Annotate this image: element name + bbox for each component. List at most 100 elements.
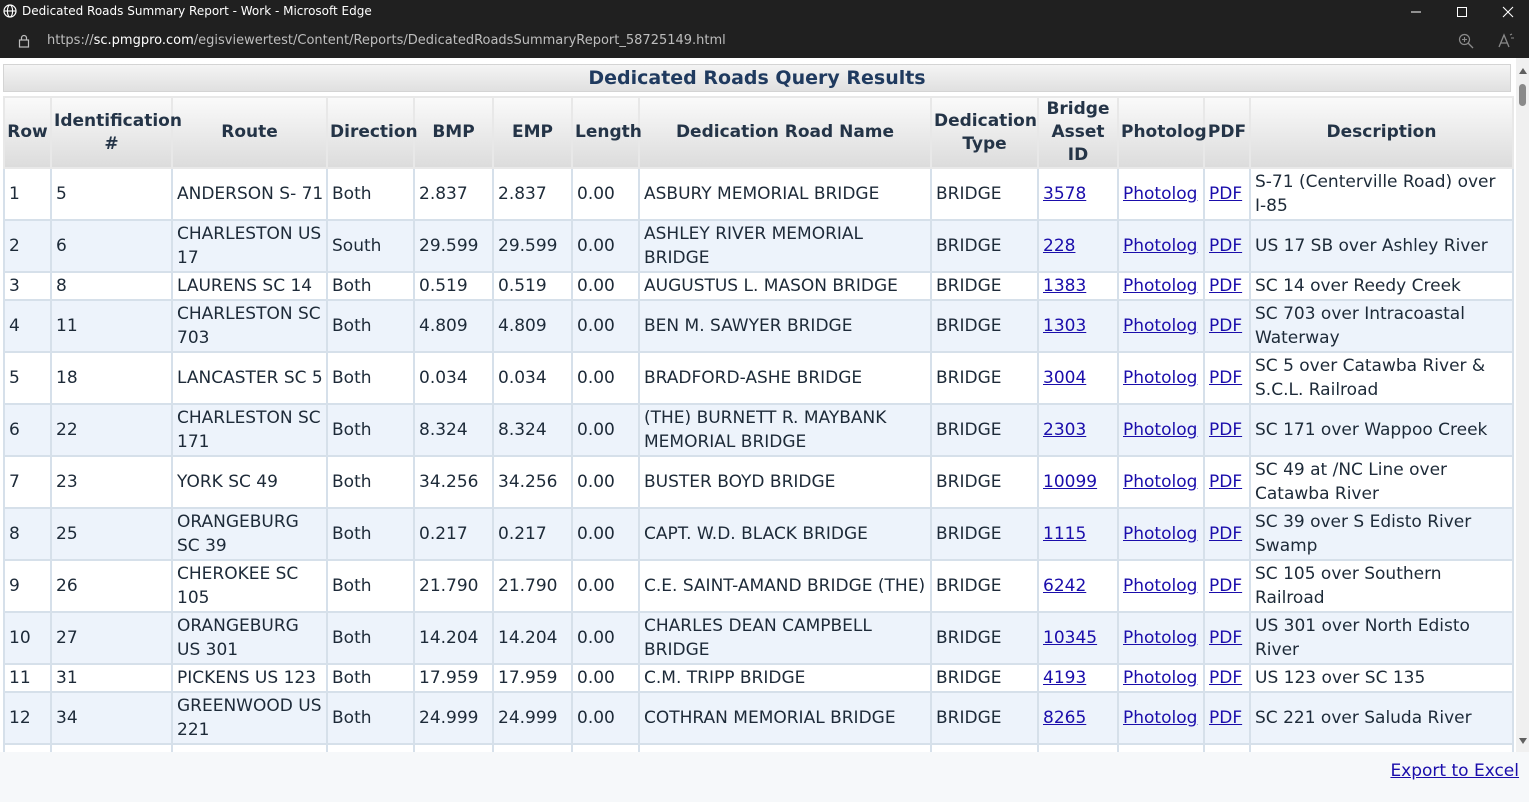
table-row: 2 6 CHARLESTON US 17 South 29.599 29.599 0.00 A…	[3, 219, 1514, 273]
bridge-asset-link[interactable]: 3578	[1043, 184, 1086, 204]
column-header: Length	[571, 96, 642, 169]
table-row: 5 18 LANCASTER SC 5 Both 0.034 0.034 0.00 BRADF…	[3, 351, 1514, 405]
cell-route: CHEROKEE SC 105	[171, 559, 328, 613]
cell-row: 1	[3, 167, 52, 221]
cell-emp: 0.217	[492, 507, 573, 561]
bridge-asset-link[interactable]: 6242	[1043, 576, 1086, 596]
cell-row: 11	[3, 663, 52, 693]
cell-length: 0.00	[571, 455, 640, 509]
photolog-cell: Photolog	[1117, 167, 1205, 221]
cell-length: 0.00	[571, 351, 640, 405]
pdf-cell: PDF	[1203, 167, 1251, 221]
pdf-link[interactable]: PDF	[1209, 524, 1242, 544]
photolog-link[interactable]: Photolog	[1123, 276, 1197, 296]
pdf-link[interactable]: PDF	[1209, 316, 1242, 336]
lock-icon[interactable]	[17, 34, 31, 48]
vertical-scrollbar[interactable]	[1516, 58, 1529, 752]
bridge-asset-link[interactable]: 1383	[1043, 276, 1086, 296]
cell-bmp: 24.999	[413, 691, 494, 745]
bridge-asset-link[interactable]: 228	[1043, 236, 1075, 256]
scroll-thumb[interactable]	[1519, 84, 1526, 106]
photolog-cell: Photolog	[1117, 403, 1205, 457]
column-header: Bridge Asset ID	[1037, 96, 1119, 169]
cell-length: 0.00	[571, 507, 640, 561]
photolog-link[interactable]: Photolog	[1123, 708, 1197, 728]
bridge-asset-link[interactable]: 1115	[1043, 524, 1086, 544]
read-aloud-icon[interactable]	[1497, 32, 1515, 50]
photolog-link[interactable]: Photolog	[1123, 668, 1197, 688]
address-bar: https://sc.pmgpro.com/egisviewertest/Con…	[0, 24, 1529, 58]
column-header: EMP	[492, 96, 573, 169]
cell-dedication-type: BRIDGE	[930, 299, 1039, 353]
cell-emp: 4.809	[492, 299, 573, 353]
pdf-link[interactable]: PDF	[1209, 668, 1242, 688]
bridge-asset-link[interactable]: 2303	[1043, 420, 1086, 440]
cell-length: 0.00	[571, 219, 640, 273]
bridge-asset-cell: 4193	[1037, 663, 1119, 693]
column-header: PDF	[1203, 96, 1251, 169]
photolog-link[interactable]: Photolog	[1123, 576, 1197, 596]
cell-bmp: 4.809	[413, 299, 494, 353]
photolog-link[interactable]: Photolog	[1123, 628, 1197, 648]
cell-emp: 6.030	[492, 743, 573, 752]
scroll-down-arrow-icon[interactable]	[1519, 738, 1527, 744]
bridge-asset-link[interactable]: 10345	[1043, 628, 1097, 648]
photolog-cell: Photolog	[1117, 507, 1205, 561]
scroll-up-arrow-icon[interactable]	[1519, 68, 1527, 74]
cell-length: 0.00	[571, 691, 640, 745]
photolog-link[interactable]: Photolog	[1123, 524, 1197, 544]
maximize-button[interactable]	[1439, 0, 1485, 24]
photolog-cell: Photolog	[1117, 219, 1205, 273]
header-row: Row Identification # Route Direction BMP…	[3, 96, 1514, 169]
bridge-asset-link[interactable]: 10099	[1043, 472, 1097, 492]
bridge-asset-cell: 6330	[1037, 743, 1119, 752]
cell-identification: 23	[50, 455, 173, 509]
pdf-link[interactable]: PDF	[1209, 184, 1242, 204]
pdf-link[interactable]: PDF	[1209, 420, 1242, 440]
cell-row: 7	[3, 455, 52, 509]
report-title: Dedicated Roads Query Results	[3, 64, 1511, 92]
photolog-link[interactable]: Photolog	[1123, 472, 1197, 492]
column-header: Identification #	[50, 96, 182, 169]
zoom-icon[interactable]	[1458, 33, 1474, 49]
cell-description: S-36 (Ekom Beach Road) over	[1249, 743, 1514, 752]
cell-description: SC 105 over Southern Railroad	[1249, 559, 1514, 613]
photolog-link[interactable]: Photolog	[1123, 236, 1197, 256]
cell-direction: Both	[326, 167, 415, 221]
pdf-link[interactable]: PDF	[1209, 236, 1242, 256]
bridge-asset-link[interactable]: 1303	[1043, 316, 1086, 336]
close-button[interactable]	[1485, 0, 1529, 24]
bridge-asset-link[interactable]: 3004	[1043, 368, 1086, 388]
column-header: Route	[171, 96, 328, 169]
window-title: Dedicated Roads Summary Report - Work - …	[22, 4, 372, 18]
export-to-excel-link[interactable]: Export to Excel	[1390, 761, 1519, 781]
table-row: 7 23 YORK SC 49 Both 34.256 34.256 0.00 BUSTER …	[3, 455, 1514, 509]
bridge-asset-link[interactable]: 8265	[1043, 708, 1086, 728]
cell-length: 0.00	[571, 403, 640, 457]
cell-direction: Both	[326, 663, 415, 693]
url-scheme: https://	[47, 33, 94, 48]
cell-dedication-type: BRIDGE	[930, 167, 1039, 221]
minimize-icon	[1411, 11, 1421, 13]
minimize-button[interactable]	[1393, 0, 1439, 24]
pdf-link[interactable]: PDF	[1209, 368, 1242, 388]
photolog-link[interactable]: Photolog	[1123, 420, 1197, 440]
pdf-link[interactable]: PDF	[1209, 628, 1242, 648]
pdf-link[interactable]: PDF	[1209, 276, 1242, 296]
cell-identification: 11	[50, 299, 173, 353]
photolog-link[interactable]: Photolog	[1123, 368, 1197, 388]
bridge-asset-cell: 3004	[1037, 351, 1119, 405]
cell-road-name: ASHLEY RIVER MEMORIAL BRIDGE	[638, 219, 932, 273]
pdf-link[interactable]: PDF	[1209, 708, 1242, 728]
bridge-asset-link[interactable]: 4193	[1043, 668, 1086, 688]
photolog-link[interactable]: Photolog	[1123, 184, 1197, 204]
photolog-cell: Photolog	[1117, 611, 1205, 665]
cell-emp: 21.790	[492, 559, 573, 613]
cell-direction: Both	[326, 351, 415, 405]
cell-bmp: 34.256	[413, 455, 494, 509]
cell-route: GREENWOOD US 221	[171, 691, 328, 745]
url-field[interactable]: https://sc.pmgpro.com/egisviewertest/Con…	[47, 33, 726, 49]
photolog-link[interactable]: Photolog	[1123, 316, 1197, 336]
pdf-link[interactable]: PDF	[1209, 472, 1242, 492]
pdf-link[interactable]: PDF	[1209, 576, 1242, 596]
